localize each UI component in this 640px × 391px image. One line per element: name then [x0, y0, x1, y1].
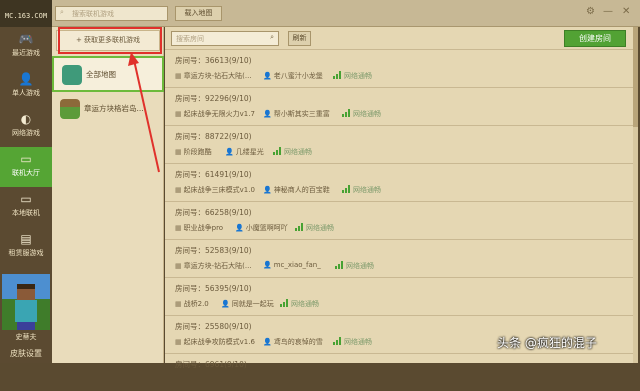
map-icon: ▦	[175, 186, 182, 194]
person-icon: 👤	[18, 72, 34, 86]
table-row[interactable]: 房间号：66258(9/10) ▦ 职业战争pro 👤 小魔篮啊呵吖 网络通畅	[165, 201, 635, 239]
table-row[interactable]: 房间号：61491(9/10) ▦ 起床战争三床模式v1.0 👤 神秘商人的百宝鞋 …	[165, 163, 635, 201]
skin-settings-button[interactable]: 皮肤设置	[0, 345, 52, 363]
signal-icon	[295, 223, 304, 231]
server-icon: ▤	[20, 232, 32, 246]
signal-icon	[280, 299, 289, 307]
close-icon[interactable]: ✕	[622, 6, 630, 17]
map-icon: ▦	[175, 300, 182, 308]
map-item-skyblock[interactable]: 章运方块格岩岛...	[52, 92, 164, 128]
table-row[interactable]: 房间号：36613(9/10) ▦ 章运方块-钻石大陆(... 👤 老八蜜汁小龙堡 …	[165, 49, 635, 87]
refresh-button[interactable]: 刷新	[288, 31, 311, 46]
create-room-button[interactable]: 创建房间	[564, 30, 626, 47]
user-icon: 👤	[221, 300, 230, 308]
minimize-icon[interactable]: —	[603, 6, 613, 17]
map-icon: ▦	[175, 72, 182, 80]
user-icon: 👤	[263, 72, 272, 80]
sidebar-item-rental[interactable]: ▤ 租赁服游戏	[0, 227, 52, 267]
search-icon: ⌕	[270, 33, 274, 41]
sidebar-item-online[interactable]: ◐ 网络游戏	[0, 107, 52, 147]
signal-icon	[342, 109, 351, 117]
avatar[interactable]	[2, 274, 50, 330]
sidebar-item-lobby[interactable]: ▭ 联机大厅	[0, 147, 52, 187]
gamepad-icon: 🎮	[18, 32, 34, 46]
map-filter-column: + 获取更多联机游戏 全部地图 章运方块格岩岛...	[52, 27, 164, 363]
user-icon: 👤	[263, 338, 272, 346]
lan-icon: ▭	[20, 192, 32, 206]
globe-icon: ◐	[20, 112, 32, 126]
monitor-icon: ▭	[20, 152, 32, 166]
room-search-input[interactable]: 搜索房间 ⌕	[171, 31, 279, 46]
user-icon: 👤	[225, 148, 234, 156]
map-icon: ▦	[175, 262, 182, 270]
user-icon: 👤	[263, 110, 272, 118]
settings-icon[interactable]: ⚙	[586, 6, 595, 17]
site-logo: MC.163.COM	[0, 0, 52, 27]
sidebar: 🎮 最近游戏 👤 单人游戏 ◐ 网络游戏 ▭ 联机大厅 ▭ 本地联机 ▤ 租赁服…	[0, 27, 52, 363]
sidebar-item-lan[interactable]: ▭ 本地联机	[0, 187, 52, 227]
scrollbar[interactable]	[633, 27, 638, 363]
map-icon: ▦	[175, 338, 182, 346]
map-thumbnail	[60, 99, 80, 119]
top-bar: MC.163.COM ⌕ 搜索联机游戏 载入地图 ⚙ — ✕	[0, 0, 640, 27]
annotation-highlight	[58, 27, 162, 54]
watermark: 头条 @疯狂的混子	[497, 336, 597, 350]
sidebar-item-single[interactable]: 👤 单人游戏	[0, 67, 52, 107]
table-row[interactable]: 房间号：52583(9/10) ▦ 章运方块-钻石大陆(... 👤 mc_xiao_…	[165, 239, 635, 277]
scrollbar-thumb[interactable]	[633, 27, 638, 127]
map-icon: ▦	[175, 110, 182, 118]
table-row[interactable]: 房间号：88722(9/10) ▦ 阶段跑酷 👤 几缕星光 网络通畅	[165, 125, 635, 163]
game-search-input[interactable]: ⌕ 搜索联机游戏	[55, 6, 168, 21]
table-row[interactable]: 房间号：6961(9/10)	[165, 353, 635, 391]
table-row[interactable]: 房间号：56395(9/10) ▦ 战桥2.0 👤 同就是一起玩 网络通畅	[165, 277, 635, 315]
search-icon: ⌕	[60, 8, 64, 16]
map-icon: ▦	[175, 148, 182, 156]
signal-icon	[342, 185, 351, 193]
table-row[interactable]: 房间号：92296(9/10) ▦ 起床战争无限火力v1.7 👤 帮小斯其实三重富 …	[165, 87, 635, 125]
player-name: 史蒂夫	[15, 333, 37, 341]
signal-icon	[273, 147, 282, 155]
map-item-all[interactable]: 全部地图	[52, 56, 164, 92]
user-icon: 👤	[263, 261, 272, 269]
sidebar-item-recent[interactable]: 🎮 最近游戏	[0, 27, 52, 67]
map-icon: ▦	[175, 224, 182, 232]
room-panel: 搜索房间 ⌕ 刷新 创建房间 房间号：36613(9/10) ▦ 章运方块-钻石大…	[165, 27, 635, 369]
signal-icon	[333, 337, 342, 345]
globe-map-icon	[62, 65, 82, 85]
signal-icon	[333, 71, 342, 79]
signal-icon	[335, 261, 344, 269]
user-icon: 👤	[263, 186, 272, 194]
import-map-button[interactable]: 载入地图	[175, 6, 222, 21]
user-icon: 👤	[235, 224, 244, 232]
